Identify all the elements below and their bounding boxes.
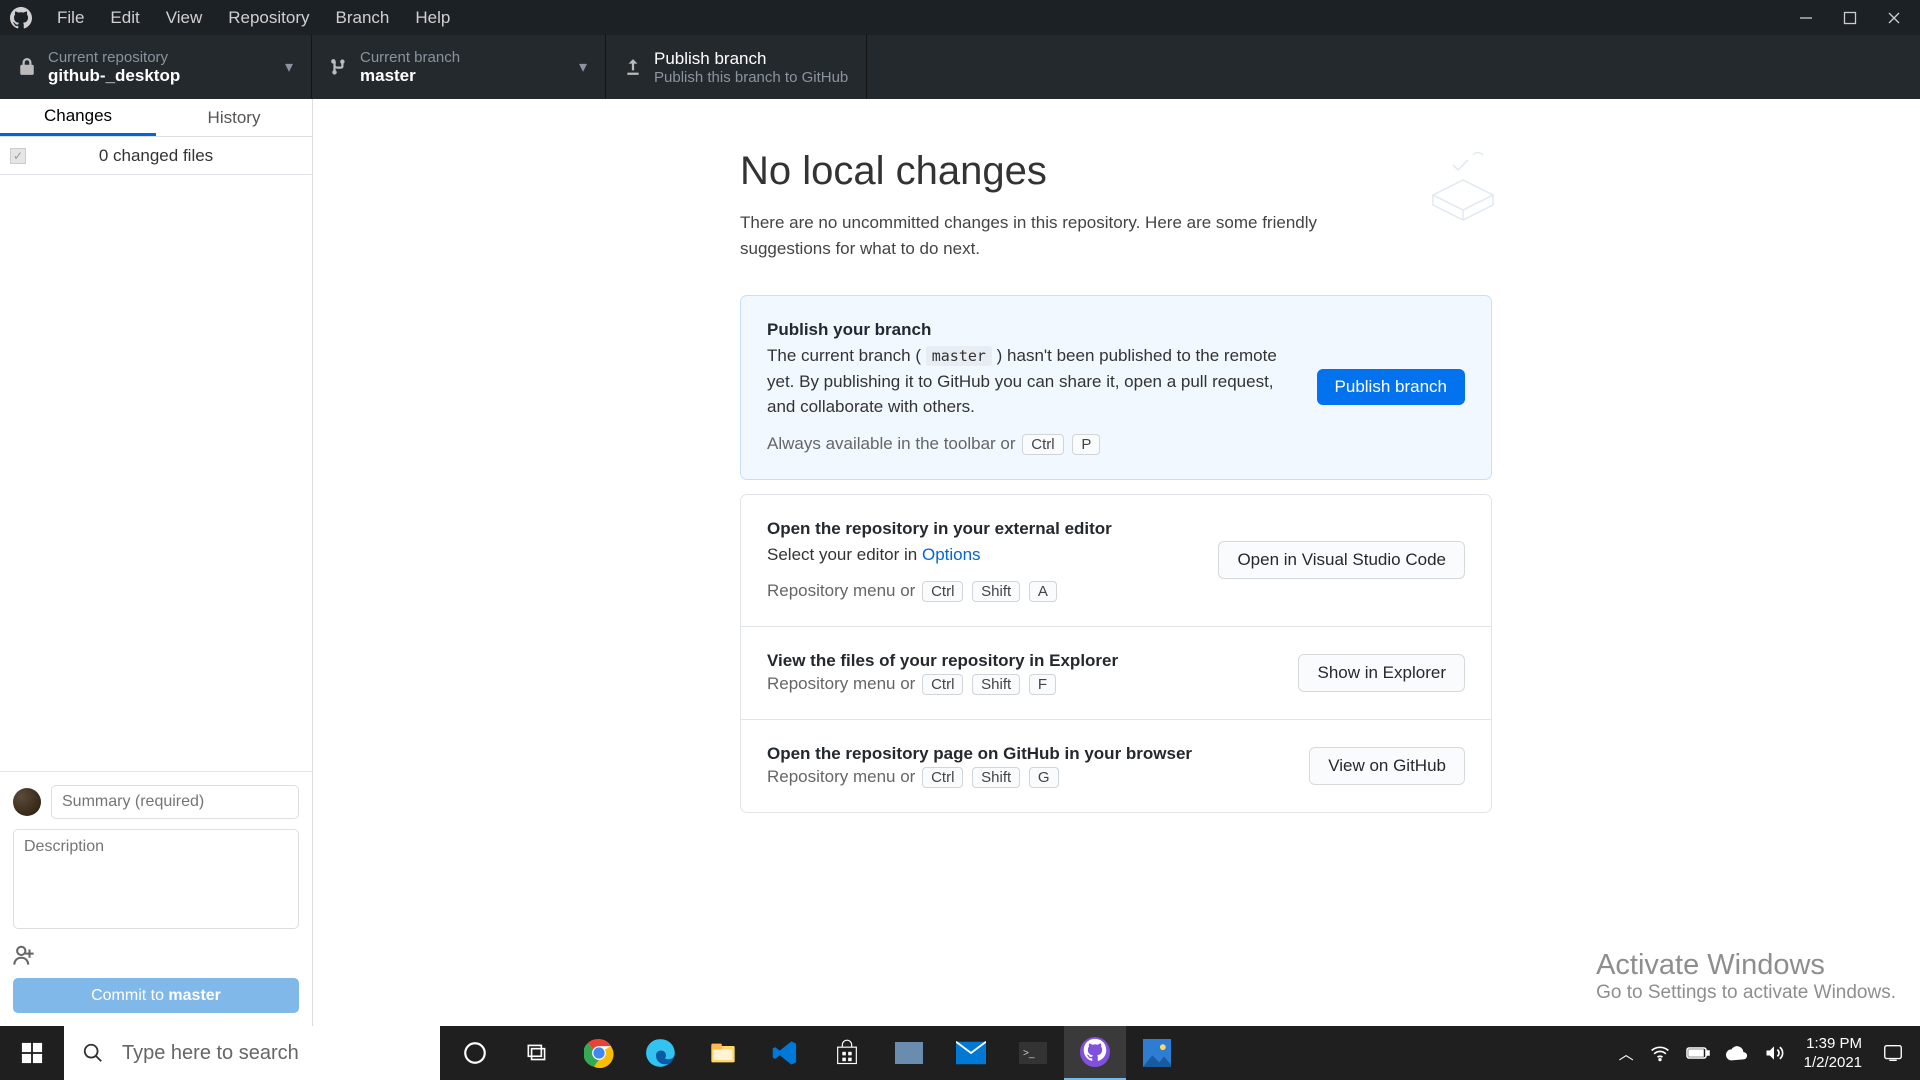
battery-icon[interactable] [1678, 1046, 1718, 1060]
upload-icon [624, 58, 642, 76]
page-subtitle: There are no uncommitted changes in this… [740, 210, 1360, 261]
window-maximize-icon[interactable] [1842, 10, 1858, 26]
avatar [13, 788, 41, 816]
repo-label: Current repository [48, 49, 180, 66]
menu-edit[interactable]: Edit [97, 8, 152, 28]
publish-title: Publish branch [654, 49, 848, 69]
wifi-icon[interactable] [1642, 1043, 1678, 1063]
explorer-card-title: View the files of your repository in Exp… [767, 651, 1278, 671]
menu-branch[interactable]: Branch [323, 8, 403, 28]
store-icon[interactable] [816, 1026, 878, 1080]
search-icon [82, 1042, 104, 1064]
main-content: No local changes There are no uncommitte… [313, 99, 1920, 1026]
menu-view[interactable]: View [153, 8, 216, 28]
volume-icon[interactable] [1756, 1043, 1792, 1063]
commit-summary-input[interactable] [51, 785, 299, 819]
search-placeholder: Type here to search [122, 1042, 299, 1065]
left-sidebar: Changes History ✓ 0 changed files Commit… [0, 99, 313, 1026]
publish-card-hint: Always available in the toolbar or Ctrl … [767, 434, 1297, 455]
onedrive-icon[interactable] [1718, 1045, 1756, 1061]
repo-toolbar: Current repository github-_desktop ▾ Cur… [0, 35, 1920, 99]
publish-card-desc: The current branch ( master ) hasn't bee… [767, 343, 1297, 420]
github-card-title: Open the repository page on GitHub in yo… [767, 744, 1289, 764]
page-title: No local changes [740, 149, 1920, 194]
branch-label: Current branch [360, 49, 460, 66]
add-coauthor-icon[interactable] [13, 944, 299, 966]
github-logo-icon [10, 7, 32, 29]
editor-card-desc: Select your editor in Options [767, 542, 1198, 568]
publish-subtitle: Publish this branch to GitHub [654, 69, 848, 86]
chrome-icon[interactable] [568, 1026, 630, 1080]
view-on-github-button[interactable]: View on GitHub [1309, 747, 1465, 785]
package-illustration-icon [1423, 145, 1503, 225]
window-close-icon[interactable] [1886, 10, 1902, 26]
menu-file[interactable]: File [44, 8, 97, 28]
file-explorer-icon[interactable] [692, 1026, 754, 1080]
mail-icon[interactable] [940, 1026, 1002, 1080]
chevron-down-icon: ▾ [285, 57, 293, 77]
window-minimize-icon[interactable] [1798, 10, 1814, 26]
cortana-icon[interactable] [444, 1026, 506, 1080]
task-view-icon[interactable] [506, 1026, 568, 1080]
lock-icon [18, 58, 36, 76]
publish-card-title: Publish your branch [767, 320, 1297, 340]
current-repository-selector[interactable]: Current repository github-_desktop ▾ [0, 35, 312, 99]
commit-form: Commit to master [0, 771, 312, 1026]
menu-repository[interactable]: Repository [215, 8, 322, 28]
taskbar-search[interactable]: Type here to search [64, 1026, 440, 1080]
tray-chevron-icon[interactable]: ︿ [1611, 1043, 1642, 1064]
publish-card: Publish your branch The current branch (… [740, 295, 1492, 480]
suggestions-card: Open the repository in your external edi… [740, 494, 1492, 814]
repo-name: github-_desktop [48, 66, 180, 86]
branch-name: master [360, 66, 460, 86]
windows-taskbar: Type here to search >_ ︿ 1:39 PM 1/2/202… [0, 1026, 1920, 1080]
github-desktop-taskbar-icon[interactable] [1064, 1026, 1126, 1080]
commit-description-input[interactable] [13, 829, 299, 929]
svg-text:>_: >_ [1023, 1048, 1035, 1059]
taskbar-clock[interactable]: 1:39 PM 1/2/2021 [1792, 1034, 1874, 1073]
generic-app-icon[interactable] [878, 1026, 940, 1080]
chevron-down-icon: ▾ [579, 57, 587, 77]
git-branch-icon [330, 58, 348, 76]
show-in-explorer-button[interactable]: Show in Explorer [1298, 654, 1465, 692]
editor-card-hint: Repository menu or Ctrl Shift A [767, 581, 1198, 602]
app-menubar: File Edit View Repository Branch Help [0, 0, 1920, 35]
editor-card-title: Open the repository in your external edi… [767, 519, 1198, 539]
menu-help[interactable]: Help [402, 8, 463, 28]
github-card-hint: Repository menu or Ctrl Shift G [767, 767, 1289, 788]
changed-files-header: ✓ 0 changed files [0, 137, 312, 175]
explorer-card-hint: Repository menu or Ctrl Shift F [767, 674, 1278, 695]
tab-changes[interactable]: Changes [0, 99, 156, 136]
publish-branch-button[interactable]: Publish branch Publish this branch to Gi… [606, 35, 867, 99]
commit-button[interactable]: Commit to master [13, 978, 299, 1013]
start-button[interactable] [0, 1026, 64, 1080]
vscode-icon[interactable] [754, 1026, 816, 1080]
changed-files-count: 0 changed files [10, 146, 302, 166]
current-branch-selector[interactable]: Current branch master ▾ [312, 35, 606, 99]
windows-activation-watermark: Activate Windows Go to Settings to activ… [1596, 949, 1896, 1004]
photos-icon[interactable] [1126, 1026, 1188, 1080]
system-tray: ︿ 1:39 PM 1/2/2021 [1611, 1026, 1920, 1080]
terminal-icon[interactable]: >_ [1002, 1026, 1064, 1080]
edge-icon[interactable] [630, 1026, 692, 1080]
options-link[interactable]: Options [922, 545, 981, 564]
publish-branch-action-button[interactable]: Publish branch [1317, 369, 1465, 405]
tab-history[interactable]: History [156, 99, 312, 136]
open-in-editor-button[interactable]: Open in Visual Studio Code [1218, 541, 1465, 579]
notifications-icon[interactable] [1874, 1042, 1912, 1064]
